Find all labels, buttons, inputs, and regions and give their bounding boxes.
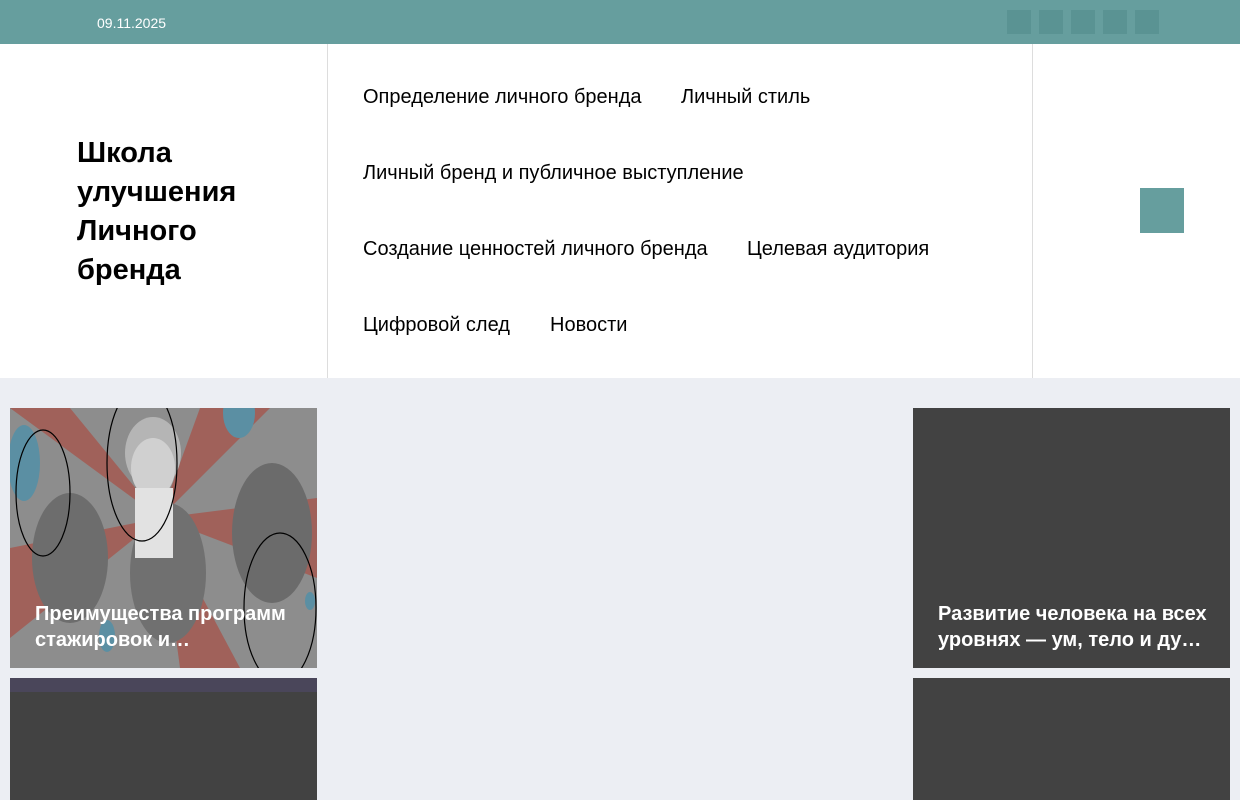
article-card-3[interactable] — [10, 678, 317, 800]
article-image-strip — [10, 678, 317, 692]
social-icon-1[interactable] — [1007, 10, 1031, 34]
card-title[interactable]: Развитие человека на всех уровнях — ум, … — [938, 601, 1218, 653]
main-navigation: Определение личного бренда Личный стиль … — [328, 44, 1033, 378]
card-title[interactable]: Преимущества программ стажировок и… — [35, 601, 315, 653]
current-date: 09.11.2025 — [97, 15, 167, 31]
nav-item-target-audience[interactable]: Целевая аудитория — [747, 237, 929, 261]
article-card-internships[interactable]: Преимущества программ стажировок и… — [10, 408, 317, 668]
site-header: Школа улучшения Личного бренда Определен… — [0, 44, 1240, 378]
top-bar: 09.11.2025 — [0, 0, 1240, 44]
social-icon-5[interactable] — [1135, 10, 1159, 34]
social-links — [1007, 10, 1159, 34]
header-right-column — [1033, 44, 1240, 378]
nav-item-personal-style[interactable]: Личный стиль — [681, 85, 810, 109]
menu-icon[interactable] — [1140, 188, 1184, 233]
brand-column: Школа улучшения Личного бренда — [0, 44, 328, 378]
social-icon-2[interactable] — [1039, 10, 1063, 34]
article-card-human-development[interactable]: Развитие человека на всех уровнях — ум, … — [913, 408, 1230, 668]
nav-item-brand-definition[interactable]: Определение личного бренда — [363, 85, 642, 109]
article-card-4[interactable] — [913, 678, 1230, 800]
social-icon-3[interactable] — [1071, 10, 1095, 34]
social-icon-4[interactable] — [1103, 10, 1127, 34]
nav-item-news[interactable]: Новости — [550, 313, 627, 337]
nav-item-brand-values[interactable]: Создание ценностей личного бренда — [363, 237, 708, 261]
site-title[interactable]: Школа улучшения Личного бренда — [77, 134, 307, 290]
nav-item-public-speaking[interactable]: Личный бренд и публичное выступление — [363, 161, 744, 185]
nav-item-digital-footprint[interactable]: Цифровой след — [363, 313, 510, 337]
